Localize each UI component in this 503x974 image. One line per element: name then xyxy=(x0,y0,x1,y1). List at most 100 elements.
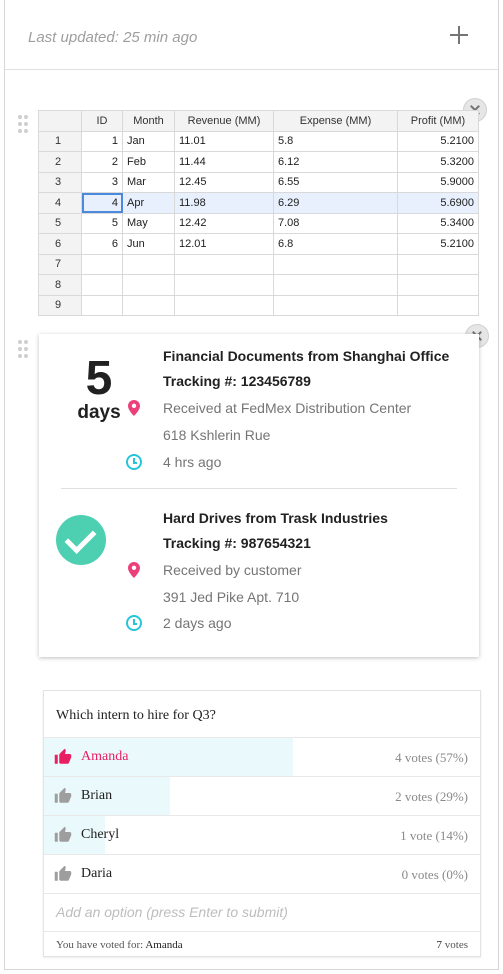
row-header[interactable]: 8 xyxy=(38,274,82,296)
cell[interactable]: Jan xyxy=(122,130,175,152)
cell[interactable]: 5 xyxy=(81,212,123,234)
cell[interactable]: 6 xyxy=(81,233,123,255)
spreadsheet-widget: ID Month Revenue (MM) Expense (MM) Profi… xyxy=(38,110,479,316)
cell[interactable] xyxy=(122,274,175,296)
cell[interactable]: Apr xyxy=(122,192,175,214)
cell[interactable]: 6.55 xyxy=(273,171,398,193)
cell[interactable]: Feb xyxy=(122,151,175,173)
cell[interactable]: May xyxy=(122,212,175,234)
cell[interactable]: 1 xyxy=(81,130,123,152)
row-header[interactable]: 2 xyxy=(38,151,82,173)
shipment-title[interactable]: Hard Drives from Trask Industries xyxy=(163,510,388,526)
cell[interactable]: 12.42 xyxy=(174,212,274,234)
shipment-address: 391 Jed Pike Apt. 710 xyxy=(163,589,300,605)
cell[interactable] xyxy=(273,274,398,296)
column-header[interactable]: Expense (MM) xyxy=(273,110,398,132)
cell[interactable]: Mar xyxy=(122,171,175,193)
cell[interactable]: 5.2100 xyxy=(397,130,479,152)
cell[interactable] xyxy=(81,274,123,296)
cell[interactable]: 3 xyxy=(81,171,123,193)
column-header[interactable]: Profit (MM) xyxy=(397,110,479,132)
cell[interactable] xyxy=(81,253,123,275)
shipment-time: 2 days ago xyxy=(163,615,232,631)
shipment-status: Received by customer xyxy=(163,562,302,578)
cell[interactable]: 5.3200 xyxy=(397,151,479,173)
row-header[interactable]: 7 xyxy=(38,253,82,275)
cell[interactable] xyxy=(174,274,274,296)
cell[interactable] xyxy=(273,294,398,316)
shipment-address: 618 Kshlerin Rue xyxy=(163,427,271,443)
poll-option[interactable]: Daria 0 votes (0%) xyxy=(44,854,480,893)
table-row: 3 3 Mar 12.45 6.55 5.9000 xyxy=(38,171,479,193)
cell[interactable] xyxy=(397,274,479,296)
option-name: Amanda xyxy=(81,749,129,764)
add-option-input[interactable]: Add an option (press Enter to submit) xyxy=(56,904,288,920)
cell[interactable] xyxy=(397,253,479,275)
clock-icon xyxy=(126,615,142,631)
cell[interactable]: 12.01 xyxy=(174,233,274,255)
cell[interactable]: 5.6900 xyxy=(397,192,479,214)
shipment-status: Received at FedMex Distribution Center xyxy=(163,400,412,416)
corner-cell[interactable] xyxy=(38,110,82,132)
row-header[interactable]: 1 xyxy=(38,130,82,152)
cell[interactable]: 6.12 xyxy=(273,151,398,173)
thumbs-up-icon[interactable] xyxy=(54,865,72,883)
option-name: Daria xyxy=(81,866,113,881)
cell[interactable]: 11.01 xyxy=(174,130,274,152)
shipment-title[interactable]: Financial Documents from Shanghai Office xyxy=(163,348,449,364)
cell[interactable]: 5.9000 xyxy=(397,171,479,193)
countdown-unit: days xyxy=(77,402,121,423)
thumbs-up-icon[interactable] xyxy=(54,787,72,805)
countdown-number: 5 xyxy=(85,352,113,405)
table-row: 2 2 Feb 11.44 6.12 5.3200 xyxy=(38,151,479,173)
cell[interactable] xyxy=(174,294,274,316)
cell[interactable] xyxy=(273,253,398,275)
table-row: 6 6 Jun 12.01 6.8 5.2100 xyxy=(38,233,479,255)
cell[interactable] xyxy=(122,294,175,316)
drag-handle-icon[interactable] xyxy=(18,340,28,360)
voted-for-text: You have voted for: Amanda xyxy=(56,939,183,951)
spreadsheet-grid[interactable]: ID Month Revenue (MM) Expense (MM) Profi… xyxy=(38,110,479,316)
table-row: 1 1 Jan 11.01 5.8 5.2100 xyxy=(38,130,479,152)
cell[interactable]: 2 xyxy=(81,151,123,173)
header-row: ID Month Revenue (MM) Expense (MM) Profi… xyxy=(38,110,479,132)
voted-for-label: You have voted for: xyxy=(56,939,144,951)
row-header[interactable]: 9 xyxy=(38,294,82,316)
shipment-tracking-card: 5 days Financial Documents from Shanghai… xyxy=(39,334,479,657)
location-pin-icon xyxy=(128,400,140,416)
row-header[interactable]: 4 xyxy=(38,192,82,214)
column-header[interactable]: ID xyxy=(81,110,123,132)
row-header[interactable]: 3 xyxy=(38,171,82,193)
plus-icon[interactable] xyxy=(449,25,469,45)
cell[interactable]: 5.2100 xyxy=(397,233,479,255)
cell[interactable] xyxy=(81,294,123,316)
column-header[interactable]: Revenue (MM) xyxy=(174,110,274,132)
poll-option[interactable]: Amanda 4 votes (57%) xyxy=(44,737,480,776)
cell[interactable]: 11.98 xyxy=(174,192,274,214)
poll-option[interactable]: Brian 2 votes (29%) xyxy=(44,776,480,815)
thumbs-up-icon[interactable] xyxy=(54,826,72,844)
total-votes: 7 votes xyxy=(437,939,468,951)
option-name: Brian xyxy=(81,788,113,803)
cell[interactable] xyxy=(397,294,479,316)
cell[interactable]: 5.3400 xyxy=(397,212,479,234)
cell[interactable]: Jun xyxy=(122,233,175,255)
poll-option[interactable]: Cheryl 1 vote (14%) xyxy=(44,815,480,854)
cell[interactable] xyxy=(122,253,175,275)
table-row: 8 xyxy=(38,274,479,296)
cell[interactable]: 6.8 xyxy=(273,233,398,255)
row-header[interactable]: 6 xyxy=(38,233,82,255)
row-header[interactable]: 5 xyxy=(38,212,82,234)
cell[interactable]: 5.8 xyxy=(273,130,398,152)
thumbs-up-icon[interactable] xyxy=(54,748,72,766)
cell[interactable]: 7.08 xyxy=(273,212,398,234)
total-votes-count: 7 xyxy=(436,939,443,951)
drag-handle-icon[interactable] xyxy=(18,115,28,135)
column-header[interactable]: Month xyxy=(122,110,175,132)
cell[interactable]: 11.44 xyxy=(174,151,274,173)
cell[interactable] xyxy=(174,253,274,275)
table-row: 5 5 May 12.42 7.08 5.3400 xyxy=(38,212,479,234)
cell[interactable]: 12.45 xyxy=(174,171,274,193)
active-cell[interactable]: 4 xyxy=(81,192,123,214)
cell[interactable]: 6.29 xyxy=(273,192,398,214)
